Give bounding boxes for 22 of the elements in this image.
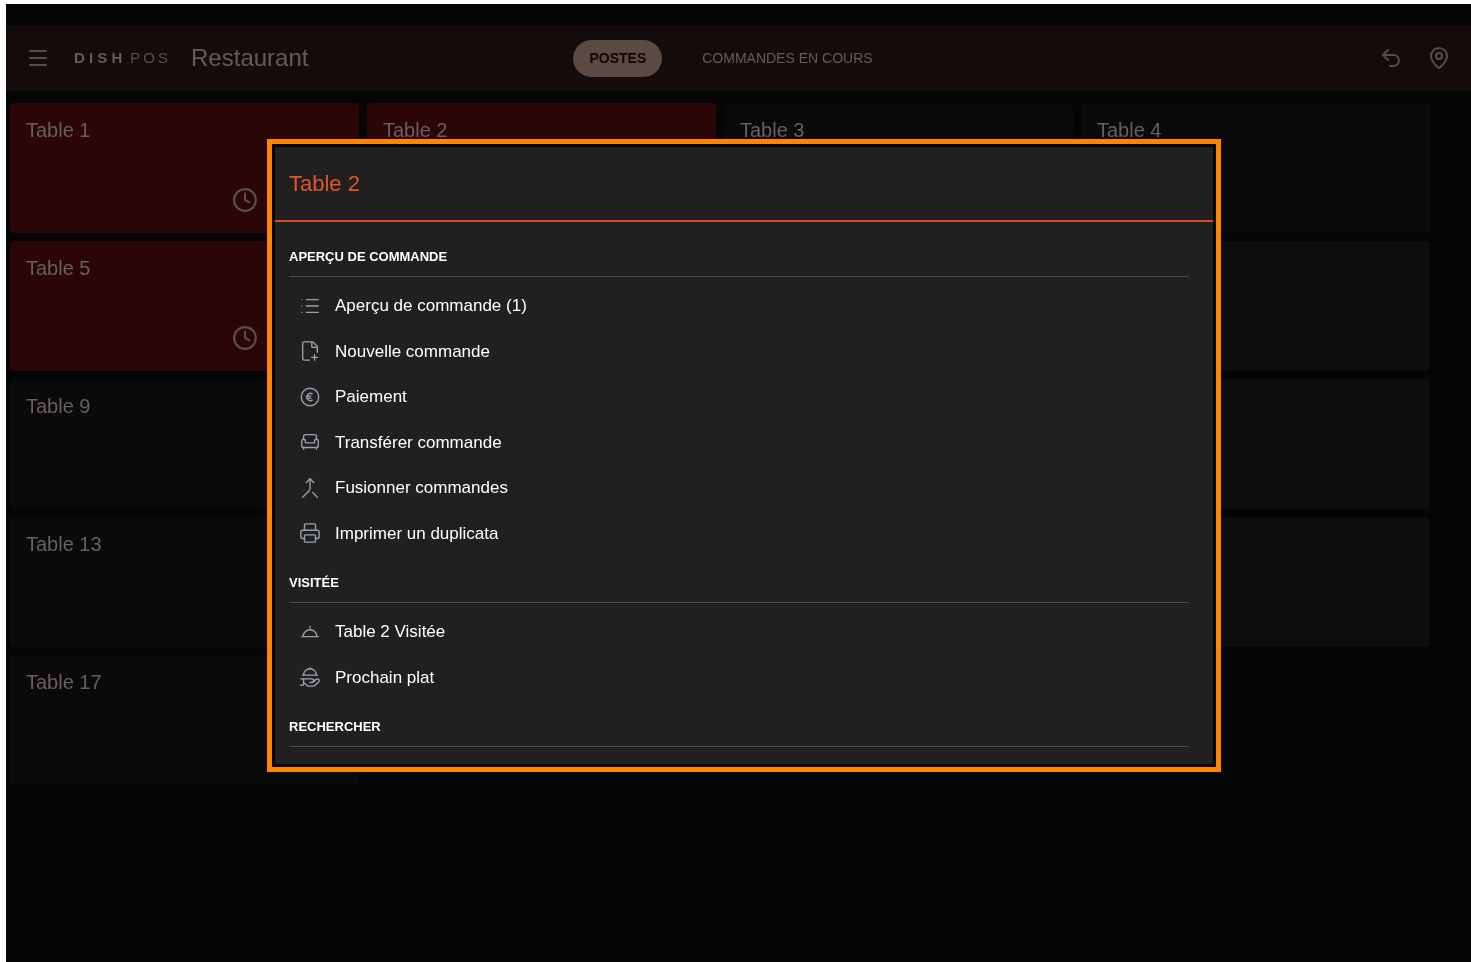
table-name: Table 1 xyxy=(26,119,91,141)
location-pin-icon[interactable] xyxy=(1427,46,1451,70)
app-title: Restaurant xyxy=(191,43,309,73)
back-icon[interactable] xyxy=(1379,46,1403,70)
clock-icon xyxy=(232,325,258,351)
logo: D I S H xyxy=(74,47,123,68)
table-name: Table 9 xyxy=(26,395,91,417)
printer-icon xyxy=(299,522,321,545)
clock-icon xyxy=(232,187,258,213)
table-name: Table 4 xyxy=(1097,119,1162,141)
table-name: Table 17 xyxy=(26,671,102,693)
dialog-title: Table 2 xyxy=(289,170,360,198)
document-plus-icon xyxy=(299,340,321,363)
merge-icon xyxy=(299,476,321,499)
serving-tray-icon xyxy=(299,666,321,689)
table-name: Table 13 xyxy=(26,533,102,555)
table-name: Table 2 xyxy=(383,119,448,141)
euro-coin-icon xyxy=(299,385,321,408)
table-name: Table 5 xyxy=(26,257,91,279)
section-heading: VISITÉE xyxy=(289,575,339,590)
table-name: Table 3 xyxy=(740,119,805,141)
logo-suffix: POS xyxy=(130,47,172,68)
